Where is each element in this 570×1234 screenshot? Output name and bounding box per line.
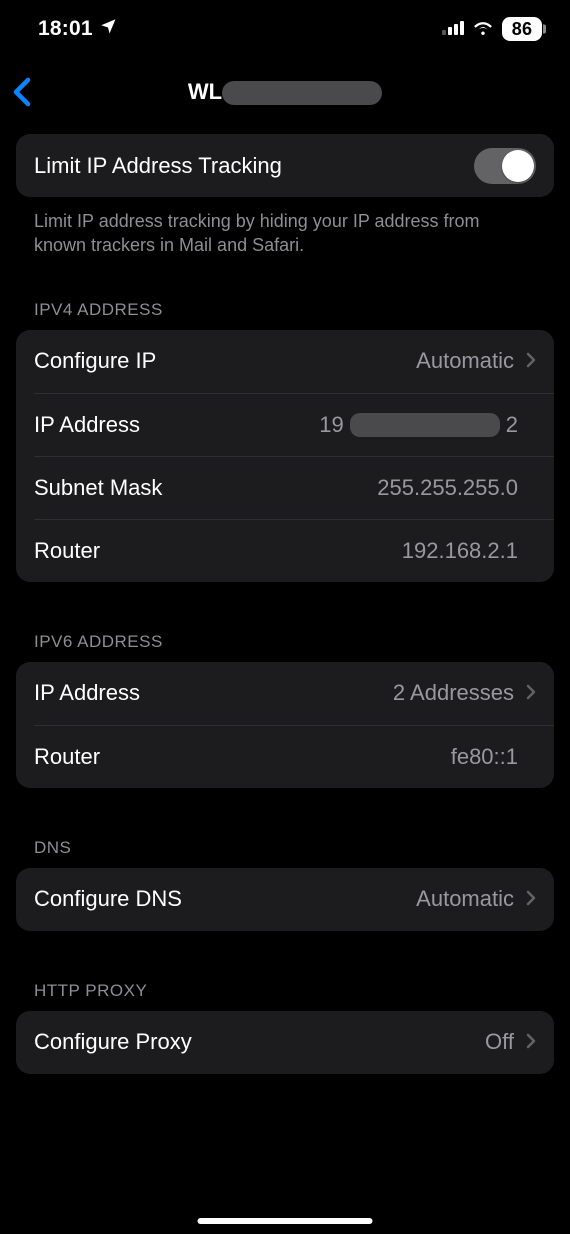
nav-title: WL	[188, 79, 382, 105]
ipv4-router-label: Router	[34, 538, 100, 564]
cellular-icon	[442, 17, 464, 41]
limit-tracking-label: Limit IP Address Tracking	[34, 153, 282, 179]
ipv6-address-label: IP Address	[34, 680, 140, 706]
chevron-right-icon	[526, 348, 536, 374]
ipv6-header: IPV6 Address	[16, 632, 554, 662]
limit-tracking-toggle[interactable]	[474, 148, 536, 184]
battery-percent: 86	[512, 19, 532, 40]
ipv6-router-value: fe80::1	[451, 744, 518, 770]
battery-indicator: 86	[502, 17, 542, 41]
toggle-knob	[502, 150, 534, 182]
subnet-row: Subnet Mask 255.255.255.0	[34, 456, 554, 519]
configure-ip-value: Automatic	[416, 348, 536, 374]
chevron-right-icon	[526, 886, 536, 912]
proxy-header: HTTP Proxy	[16, 981, 554, 1011]
subnet-value: 255.255.255.0	[377, 475, 518, 501]
ipv4-address-row: IP Address 19 2	[34, 393, 554, 456]
wifi-icon	[472, 17, 494, 41]
ipv4-router-value: 192.168.2.1	[402, 538, 518, 564]
proxy-group: Configure Proxy Off	[16, 1011, 554, 1074]
configure-proxy-value: Off	[485, 1029, 536, 1055]
nav-bar: WL	[0, 58, 570, 126]
configure-proxy-label: Configure Proxy	[34, 1029, 192, 1055]
ipv4-group: Configure IP Automatic IP Address 19	[16, 330, 554, 582]
chevron-right-icon	[526, 680, 536, 706]
configure-ip-row[interactable]: Configure IP Automatic	[16, 330, 554, 393]
status-right: 86	[442, 17, 542, 41]
wifi-detail-screen: 18:01 86	[0, 0, 570, 1234]
status-time: 18:01	[38, 17, 93, 41]
back-button[interactable]	[12, 77, 32, 107]
configure-dns-label: Configure DNS	[34, 886, 182, 912]
ipv6-router-label: Router	[34, 744, 100, 770]
ipv6-address-row[interactable]: IP Address 2 Addresses	[16, 662, 554, 725]
ipv4-router-row: Router 192.168.2.1	[34, 519, 554, 582]
ipv4-address-redacted	[350, 413, 500, 437]
limit-tracking-group: Limit IP Address Tracking	[16, 134, 554, 197]
ipv6-address-value: 2 Addresses	[393, 680, 536, 706]
ipv4-header: IPV4 Address	[16, 300, 554, 330]
chevron-right-icon	[526, 1029, 536, 1055]
limit-tracking-row[interactable]: Limit IP Address Tracking	[16, 134, 554, 197]
ipv4-address-label: IP Address	[34, 412, 140, 438]
limit-tracking-description: Limit IP address tracking by hiding your…	[16, 197, 554, 258]
configure-dns-value: Automatic	[416, 886, 536, 912]
ipv6-group: IP Address 2 Addresses Router fe80::1	[16, 662, 554, 788]
subnet-label: Subnet Mask	[34, 475, 162, 501]
dns-group: Configure DNS Automatic	[16, 868, 554, 931]
nav-title-redacted	[222, 81, 382, 105]
ipv6-router-row: Router fe80::1	[34, 725, 554, 788]
ipv4-address-value: 19 2	[319, 412, 518, 438]
configure-dns-row[interactable]: Configure DNS Automatic	[16, 868, 554, 931]
nav-title-prefix: WL	[188, 79, 222, 105]
status-bar: 18:01 86	[0, 0, 570, 58]
location-icon	[99, 17, 117, 41]
dns-header: DNS	[16, 838, 554, 868]
home-indicator[interactable]	[198, 1218, 373, 1224]
configure-ip-label: Configure IP	[34, 348, 156, 374]
configure-proxy-row[interactable]: Configure Proxy Off	[16, 1011, 554, 1074]
status-left: 18:01	[38, 17, 117, 41]
